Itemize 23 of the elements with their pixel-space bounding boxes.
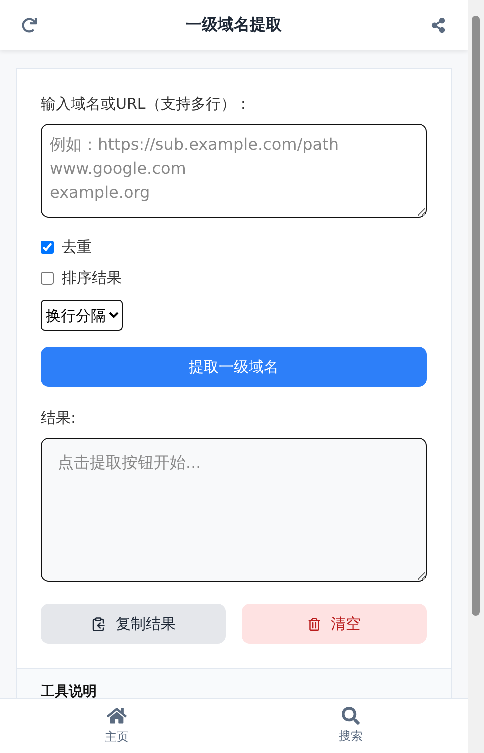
checkbox-label: 排序结果 — [62, 269, 122, 288]
checkbox[interactable] — [41, 272, 54, 285]
scrollbar[interactable] — [468, 0, 484, 753]
page-title: 一级域名提取 — [186, 14, 282, 36]
result-field[interactable]: 点击提取按钮开始... — [41, 438, 427, 582]
checkbox-label: 去重 — [62, 238, 92, 257]
search-icon — [342, 707, 360, 725]
extract-button[interactable]: 提取一级域名 — [41, 347, 427, 387]
input-label: 输入域名或URL（支持多行）： — [41, 95, 252, 114]
input-field[interactable]: 例如：https://sub.example.com/path www.google.com example.org — [41, 124, 427, 218]
trash-icon — [308, 618, 321, 630]
home-icon — [107, 706, 127, 726]
copy-button[interactable]: 复制结果 — [41, 604, 226, 644]
refresh-button[interactable] — [22, 18, 37, 32]
share-button[interactable] — [431, 18, 446, 32]
checkbox[interactable] — [41, 241, 54, 254]
nav-item[interactable]: 主页 — [0, 699, 234, 753]
clipboard-icon — [91, 616, 106, 632]
nav-item[interactable]: 搜索 — [234, 699, 468, 753]
clear-button[interactable]: 清空 — [242, 604, 427, 644]
result-label: 结果: — [41, 409, 78, 428]
separator-select[interactable]: 换行分隔 — [41, 300, 123, 331]
info-title: 工具说明 — [41, 683, 98, 701]
